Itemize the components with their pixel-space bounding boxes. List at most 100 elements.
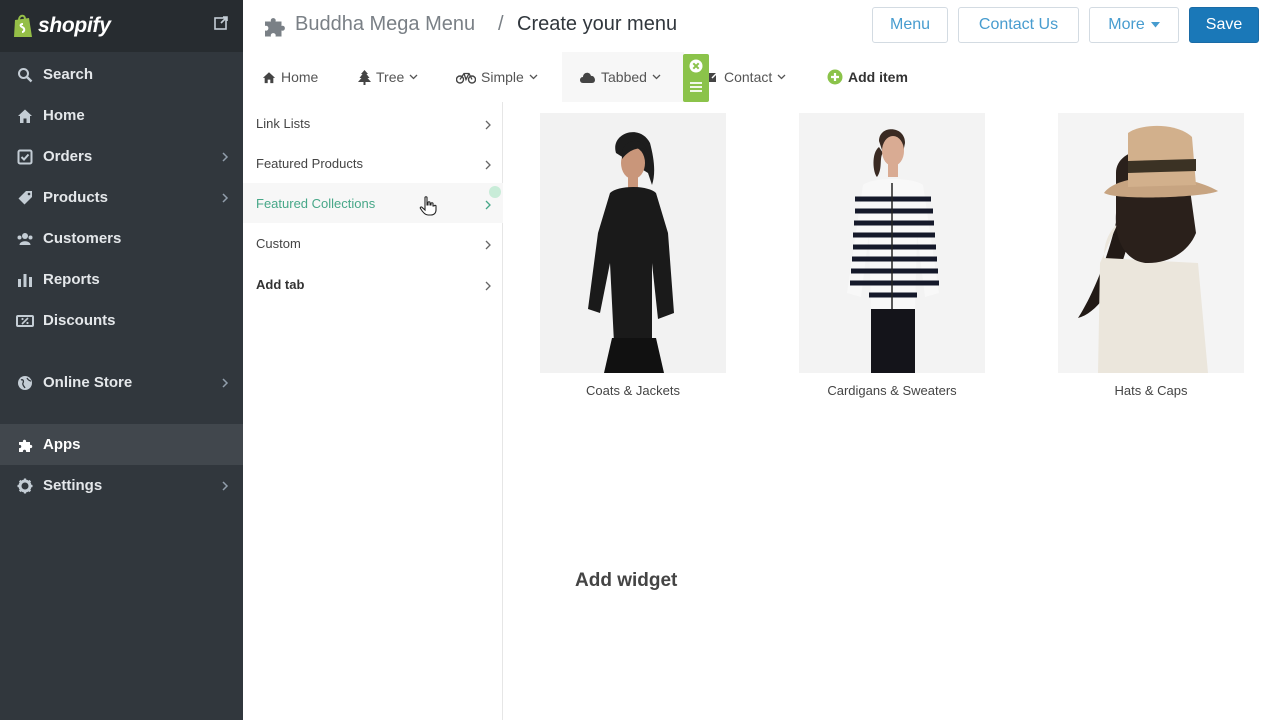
menu-item-contact[interactable]: Contact [707, 52, 791, 102]
chevron-right-icon [485, 238, 491, 250]
add-item-label: Add item [848, 69, 908, 85]
sidebar-item-products[interactable]: Products [0, 177, 243, 218]
sidebar-item-label: Home [43, 107, 85, 124]
puzzle-icon [16, 436, 34, 454]
gear-icon [16, 477, 34, 495]
more-dropdown-button[interactable]: More [1089, 7, 1179, 43]
page-title: Create your menu [517, 13, 678, 35]
menu-item-label: Tabbed [601, 69, 647, 85]
close-circle-icon[interactable] [689, 59, 703, 78]
menu-item-home[interactable]: Home [262, 52, 318, 102]
sidebar-item-customers[interactable]: Customers [0, 218, 243, 259]
add-widget-button[interactable]: Add widget [575, 570, 677, 592]
customers-icon [16, 230, 34, 248]
menu-item-tabbed[interactable]: Tabbed [562, 52, 684, 102]
collection-card[interactable]: Coats & Jackets [540, 113, 726, 398]
tab-featured-collections[interactable]: Featured Collections [243, 183, 503, 223]
sidebar-nav: Search Home Orders Products Customers Re… [0, 54, 243, 506]
sidebar-item-label: Products [43, 189, 109, 206]
tab-label: Featured Collections [256, 195, 376, 211]
collection-image [1058, 113, 1244, 373]
chevron-right-icon [221, 479, 229, 491]
menu-item-label: Simple [481, 69, 524, 85]
save-button[interactable]: Save [1189, 7, 1259, 43]
external-link-icon[interactable] [213, 15, 229, 31]
menu-button[interactable]: Menu [872, 7, 948, 43]
top-bar: Buddha Mega Menu / Create your menu Menu… [243, 0, 1280, 52]
menu-item-label: Tree [376, 69, 405, 85]
sidebar-item-apps[interactable]: Apps [0, 424, 243, 465]
chevron-right-icon [485, 279, 491, 291]
contact-us-button[interactable]: Contact Us [958, 7, 1079, 43]
sidebar-item-label: Search [43, 66, 94, 83]
collection-caption: Coats & Jackets [586, 383, 680, 398]
hand-cursor-icon [419, 196, 437, 216]
cloud-icon [580, 72, 595, 83]
bar-chart-icon [16, 271, 34, 289]
chevron-right-icon [485, 198, 491, 210]
collection-card[interactable]: Hats & Caps [1058, 113, 1244, 398]
tab-featured-products[interactable]: Featured Products [243, 143, 503, 183]
chevron-right-icon [221, 191, 229, 203]
home-icon [16, 107, 34, 125]
add-item-button[interactable]: Add item [827, 52, 908, 102]
collection-image [799, 113, 985, 373]
tab-label: Add tab [256, 276, 305, 292]
shopify-logo-icon[interactable] [12, 13, 34, 39]
item-handle[interactable] [683, 54, 709, 102]
add-tab-button[interactable]: Add tab [243, 264, 503, 304]
sidebar: shopify Search Home Orders Products Cust… [0, 0, 243, 720]
collection-card[interactable]: Cardigans & Sweaters [799, 113, 985, 398]
chevron-right-icon [221, 376, 229, 388]
sidebar-item-reports[interactable]: Reports [0, 259, 243, 300]
tag-icon [16, 189, 34, 207]
tab-custom[interactable]: Custom [243, 223, 503, 263]
orders-icon [16, 148, 34, 166]
breadcrumb-separator: / [498, 13, 504, 35]
collection-image [540, 113, 726, 373]
chevron-down-icon [529, 74, 538, 80]
sidebar-item-label: Apps [43, 436, 81, 453]
brand-bar: shopify [0, 0, 243, 52]
menu-bar: Home Tree Simple Tabbed Contact Add item [243, 52, 1280, 102]
collection-caption: Cardigans & Sweaters [827, 383, 957, 398]
menu-item-label: Home [281, 69, 319, 85]
menu-item-label: Contact [724, 69, 773, 85]
nav-spacer [0, 341, 243, 362]
sidebar-item-home[interactable]: Home [0, 95, 243, 136]
nav-spacer [0, 403, 243, 424]
chevron-right-icon [485, 118, 491, 130]
discount-icon [16, 312, 34, 330]
chevron-down-icon [409, 74, 418, 80]
chevron-right-icon [485, 158, 491, 170]
sidebar-item-orders[interactable]: Orders [0, 136, 243, 177]
breadcrumb[interactable]: Buddha Mega Menu [295, 13, 475, 36]
remove-tab-icon[interactable] [489, 186, 501, 198]
menu-item-tree[interactable]: Tree [358, 52, 423, 102]
caret-down-icon [1150, 22, 1160, 28]
hamburger-icon[interactable] [690, 79, 702, 97]
sidebar-item-label: Customers [43, 230, 122, 247]
chevron-down-icon [652, 74, 661, 80]
puzzle-icon [262, 14, 286, 38]
menu-item-simple[interactable]: Simple [456, 52, 543, 102]
bicycle-icon [456, 72, 476, 84]
brand-name: shopify [38, 14, 111, 37]
plus-circle-icon [827, 69, 843, 85]
search-icon [16, 66, 34, 84]
sidebar-item-search[interactable]: Search [0, 54, 243, 95]
tree-icon [358, 69, 371, 85]
tab-label: Link Lists [256, 115, 311, 131]
collection-caption: Hats & Caps [1114, 383, 1188, 398]
sidebar-item-online-store[interactable]: Online Store [0, 362, 243, 403]
chevron-down-icon [777, 74, 786, 80]
tab-link-lists[interactable]: Link Lists [243, 103, 503, 143]
sidebar-item-settings[interactable]: Settings [0, 465, 243, 506]
tab-label: Custom [256, 235, 301, 251]
home-icon [262, 71, 276, 83]
sidebar-item-label: Online Store [43, 374, 133, 391]
sidebar-item-label: Settings [43, 477, 103, 494]
sidebar-item-label: Discounts [43, 312, 116, 329]
chevron-right-icon [221, 150, 229, 162]
sidebar-item-discounts[interactable]: Discounts [0, 300, 243, 341]
